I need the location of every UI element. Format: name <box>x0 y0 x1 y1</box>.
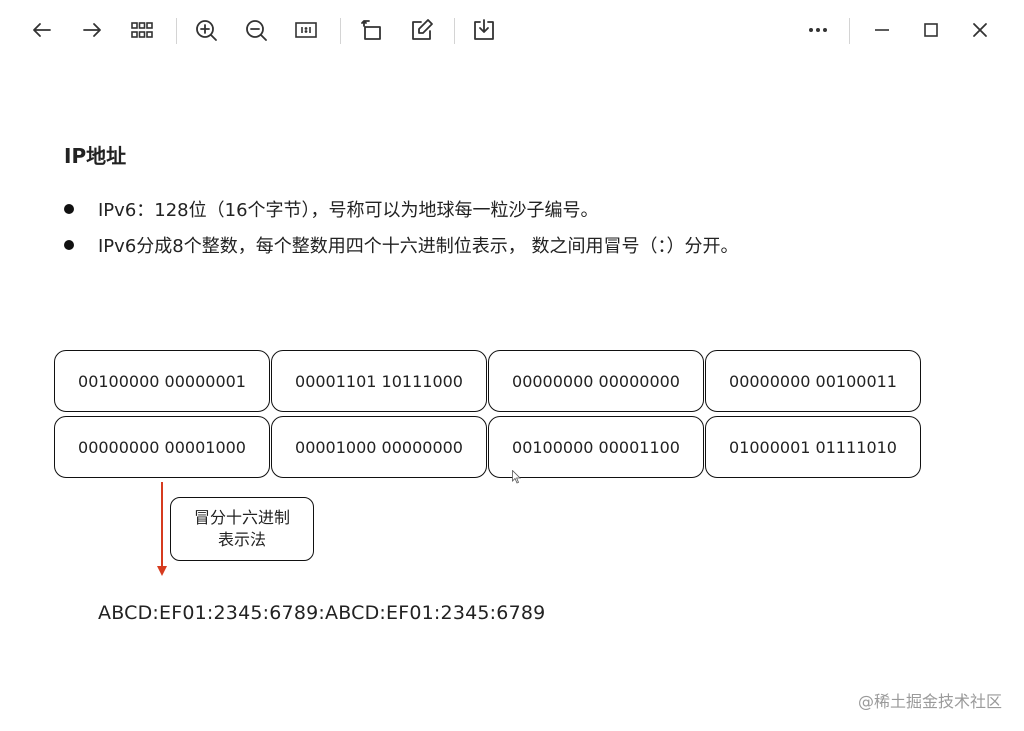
maximize-icon <box>924 23 938 37</box>
arrow-left-icon <box>33 23 51 37</box>
binary-cell: 00000000 00000000 <box>488 350 704 412</box>
zoom-out-button[interactable] <box>238 12 274 48</box>
zoom-in-button[interactable] <box>188 12 224 48</box>
binary-grid: 00100000 00000001 00001101 10111000 0000… <box>54 350 922 480</box>
rotate-icon <box>361 20 381 40</box>
watermark: @稀土掘金技术社区 <box>857 692 1002 711</box>
bullet-text: IPv6分成8个整数，每个整数用四个十六进制位表示， 数之间用冒号（：）分开。 <box>98 236 739 257</box>
minimize-icon <box>875 29 889 31</box>
download-button[interactable] <box>466 12 502 48</box>
bullet-dot-icon <box>64 240 74 250</box>
arrow-down-icon <box>157 566 167 576</box>
more-button[interactable] <box>800 12 836 48</box>
edit-button[interactable] <box>404 12 440 48</box>
actual-size-button[interactable] <box>288 12 324 48</box>
maximize-button[interactable] <box>913 12 949 48</box>
viewer-toolbar <box>0 0 1024 62</box>
bullet-item: IPv6：128位（16个字节），号称可以为地球每一粒沙子编号。 <box>64 196 599 222</box>
binary-cell: 00100000 00001100 <box>488 416 704 478</box>
back-button[interactable] <box>24 12 60 48</box>
binary-cell: 00001101 10111000 <box>271 350 487 412</box>
toolbar-divider <box>849 18 850 44</box>
edit-icon <box>412 19 433 40</box>
binary-cell: 00001000 00000000 <box>271 416 487 478</box>
slide-canvas: IP地址 IPv6：128位（16个字节），号称可以为地球每一粒沙子编号。 IP… <box>0 62 1024 731</box>
grid-icon <box>131 22 153 38</box>
red-arrow-line <box>161 482 163 570</box>
zoom-in-icon <box>196 20 217 41</box>
arrow-right-icon <box>83 23 101 37</box>
zoom-out-icon <box>246 20 267 41</box>
close-button[interactable] <box>962 12 998 48</box>
bullet-text: IPv6：128位（16个字节），号称可以为地球每一粒沙子编号。 <box>98 200 599 221</box>
binary-cell: 01000001 01111010 <box>705 416 921 478</box>
notation-callout: 冒分十六进制 表示法 <box>170 497 314 561</box>
callout-line: 冒分十六进制 <box>193 508 290 527</box>
more-horizontal-icon <box>809 28 827 32</box>
slide-heading: IP地址 <box>64 144 127 168</box>
binary-cell: 00000000 00100011 <box>705 350 921 412</box>
minimize-button[interactable] <box>864 12 900 48</box>
toolbar-divider <box>454 18 455 44</box>
actual-size-icon <box>295 22 317 38</box>
rotate-button[interactable] <box>354 12 390 48</box>
download-icon <box>474 19 494 40</box>
binary-cell: 00000000 00001000 <box>54 416 270 478</box>
grid-view-button[interactable] <box>124 12 160 48</box>
ipv6-result: ABCD:EF01:2345:6789:ABCD:EF01:2345:6789 <box>98 602 546 624</box>
bullet-dot-icon <box>64 204 74 214</box>
mouse-pointer-icon <box>512 470 521 484</box>
toolbar-divider <box>176 18 177 44</box>
forward-button[interactable] <box>74 12 110 48</box>
callout-line: 表示法 <box>217 530 266 549</box>
toolbar-divider <box>340 18 341 44</box>
binary-cell: 00100000 00000001 <box>54 350 270 412</box>
close-icon <box>973 23 987 37</box>
bullet-item: IPv6分成8个整数，每个整数用四个十六进制位表示， 数之间用冒号（：）分开。 <box>64 232 738 258</box>
